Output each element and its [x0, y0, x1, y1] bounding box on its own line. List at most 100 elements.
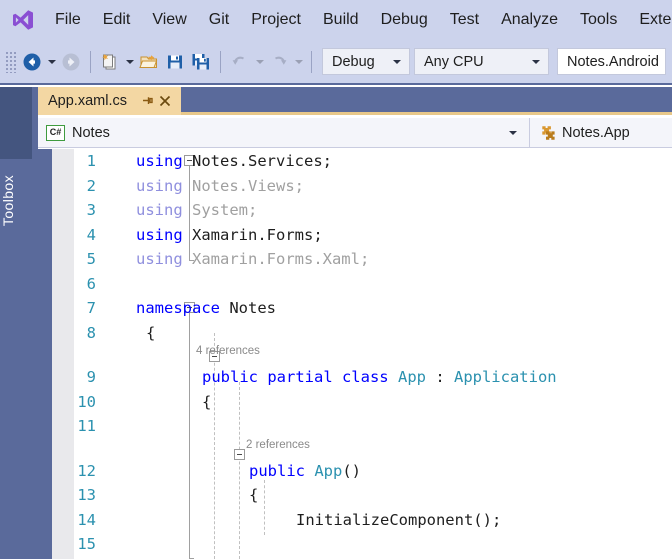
- line-content: InitializeComponent();: [296, 510, 502, 529]
- line-content: using Xamarin.Forms;: [136, 225, 323, 244]
- code-line[interactable]: 9 public partial class App : Application: [74, 365, 672, 390]
- document-tab-strip: App.xaml.cs: [38, 87, 672, 115]
- toolbar-separator-3: [311, 50, 312, 73]
- chevron-down-icon: [393, 59, 401, 64]
- open-file-icon[interactable]: [136, 48, 162, 76]
- codelens-label[interactable]: 4 references: [196, 345, 260, 357]
- line-number: 12: [77, 461, 96, 480]
- code-line[interactable]: 1 using Notes.Services;: [74, 149, 672, 174]
- codelens-references[interactable]: 2 references: [74, 439, 672, 459]
- line-content: namespace Notes: [136, 299, 276, 318]
- new-item-icon[interactable]: [97, 48, 123, 76]
- line-number: 14: [77, 510, 96, 529]
- line-number: 5: [86, 250, 96, 269]
- navbar-project-label: Notes: [72, 124, 110, 141]
- code-line[interactable]: 4 using Xamarin.Forms;: [74, 223, 672, 248]
- code-line[interactable]: 14 InitializeComponent();: [74, 508, 672, 533]
- editor-navigation-bar: C# Notes Notes.App: [38, 117, 672, 148]
- navigate-forward-icon[interactable]: [58, 48, 84, 76]
- close-icon[interactable]: [157, 93, 173, 109]
- line-content: using System;: [136, 201, 258, 220]
- code-line[interactable]: 7 namespace Notes: [74, 296, 672, 321]
- redo-icon: [266, 48, 292, 76]
- chevron-down-icon: [532, 59, 540, 64]
- document-tab-app-xaml-cs[interactable]: App.xaml.cs: [38, 87, 181, 115]
- undo-dropdown-icon: [253, 48, 266, 76]
- visual-studio-logo-icon: [10, 7, 36, 33]
- pin-icon[interactable]: [139, 93, 155, 109]
- code-line[interactable]: 6: [74, 272, 672, 297]
- toolbar-separator-2: [220, 50, 221, 73]
- chevron-down-icon: [509, 130, 517, 135]
- line-number: 15: [77, 535, 96, 554]
- line-content: using Notes.Views;: [136, 176, 304, 195]
- standard-toolbar: Debug Any CPU Notes.Android: [0, 40, 672, 85]
- navbar-type-dropdown[interactable]: Notes.App: [530, 118, 672, 148]
- codelens-label[interactable]: 2 references: [246, 439, 310, 451]
- code-line[interactable]: 10 {: [74, 390, 672, 415]
- navbar-project-dropdown[interactable]: C# Notes: [38, 117, 530, 148]
- line-content: {: [146, 323, 156, 342]
- toolbox-label[interactable]: Toolbox: [0, 175, 32, 226]
- menu-item-extensions[interactable]: Extensions: [628, 8, 672, 32]
- code-line[interactable]: 3 using System;: [74, 198, 672, 223]
- code-line[interactable]: 12 public App(): [74, 459, 672, 484]
- toolbox-tab[interactable]: [0, 87, 32, 159]
- code-line[interactable]: 5 using Xamarin.Forms.Xaml;: [74, 247, 672, 272]
- menu-item-view[interactable]: View: [141, 8, 197, 32]
- line-number: 1: [86, 152, 96, 171]
- code-editor[interactable]: 1 using Notes.Services; 2 using Notes.Vi…: [38, 149, 672, 559]
- menu-item-test[interactable]: Test: [439, 8, 490, 32]
- line-content: using Xamarin.Forms.Xaml;: [136, 250, 370, 269]
- menu-item-file[interactable]: File: [44, 8, 92, 32]
- codelens-references[interactable]: 4 references: [74, 345, 672, 365]
- navigate-back-icon[interactable]: [19, 48, 45, 76]
- class-icon: [538, 125, 555, 141]
- document-tab-title: App.xaml.cs: [48, 93, 127, 109]
- csharp-file-icon: C#: [46, 124, 65, 141]
- code-line[interactable]: 11: [74, 414, 672, 439]
- menu-item-git[interactable]: Git: [198, 8, 240, 32]
- menu-item-build[interactable]: Build: [312, 8, 370, 32]
- toolbar-separator: [90, 50, 91, 73]
- line-content: using Notes.Services;: [136, 152, 332, 171]
- line-content: {: [202, 392, 212, 411]
- line-number: 2: [86, 176, 96, 195]
- solution-platform-dropdown[interactable]: Any CPU: [414, 48, 549, 75]
- menu-item-edit[interactable]: Edit: [92, 8, 142, 32]
- line-number: 7: [86, 299, 96, 318]
- menu-item-tools[interactable]: Tools: [569, 8, 628, 32]
- solution-configuration-dropdown[interactable]: Debug: [322, 48, 410, 75]
- code-line[interactable]: 13 {: [74, 483, 672, 508]
- menu-item-analyze[interactable]: Analyze: [490, 8, 569, 32]
- line-number: 8: [86, 323, 96, 342]
- toolbox-rail: Toolbox: [0, 87, 32, 559]
- visual-studio-window: File Edit View Git Project Build Debug T…: [0, 0, 672, 559]
- line-number: 4: [86, 225, 96, 244]
- save-all-icon[interactable]: [188, 48, 214, 76]
- menu-bar: File Edit View Git Project Build Debug T…: [0, 0, 672, 40]
- menu-item-project[interactable]: Project: [240, 8, 312, 32]
- line-content: {: [249, 486, 259, 505]
- new-item-dropdown-icon[interactable]: [123, 48, 136, 76]
- code-line[interactable]: 8 {: [74, 321, 672, 346]
- code-line[interactable]: 15: [74, 532, 672, 557]
- solution-platform-value: Any CPU: [424, 53, 484, 70]
- save-icon[interactable]: [162, 48, 188, 76]
- undo-icon: [227, 48, 253, 76]
- start-debug-target-label: Notes.Android: [567, 53, 659, 70]
- solution-configuration-value: Debug: [332, 53, 375, 70]
- code-line[interactable]: 2 using Notes.Views;: [74, 174, 672, 199]
- line-number: 13: [77, 486, 96, 505]
- editor-code-area[interactable]: 1 using Notes.Services; 2 using Notes.Vi…: [74, 149, 672, 559]
- start-debug-target-button[interactable]: Notes.Android: [557, 48, 666, 75]
- line-content: public partial class App : Application: [202, 368, 557, 387]
- navigate-back-dropdown-icon[interactable]: [45, 48, 58, 76]
- line-number: 10: [77, 392, 96, 411]
- line-content: public App(): [249, 461, 362, 480]
- menu-item-debug[interactable]: Debug: [370, 8, 439, 32]
- navbar-type-label: Notes.App: [562, 124, 630, 141]
- toolbar-drag-handle[interactable]: [5, 50, 17, 73]
- line-number: 9: [86, 368, 96, 387]
- line-number: 3: [86, 201, 96, 220]
